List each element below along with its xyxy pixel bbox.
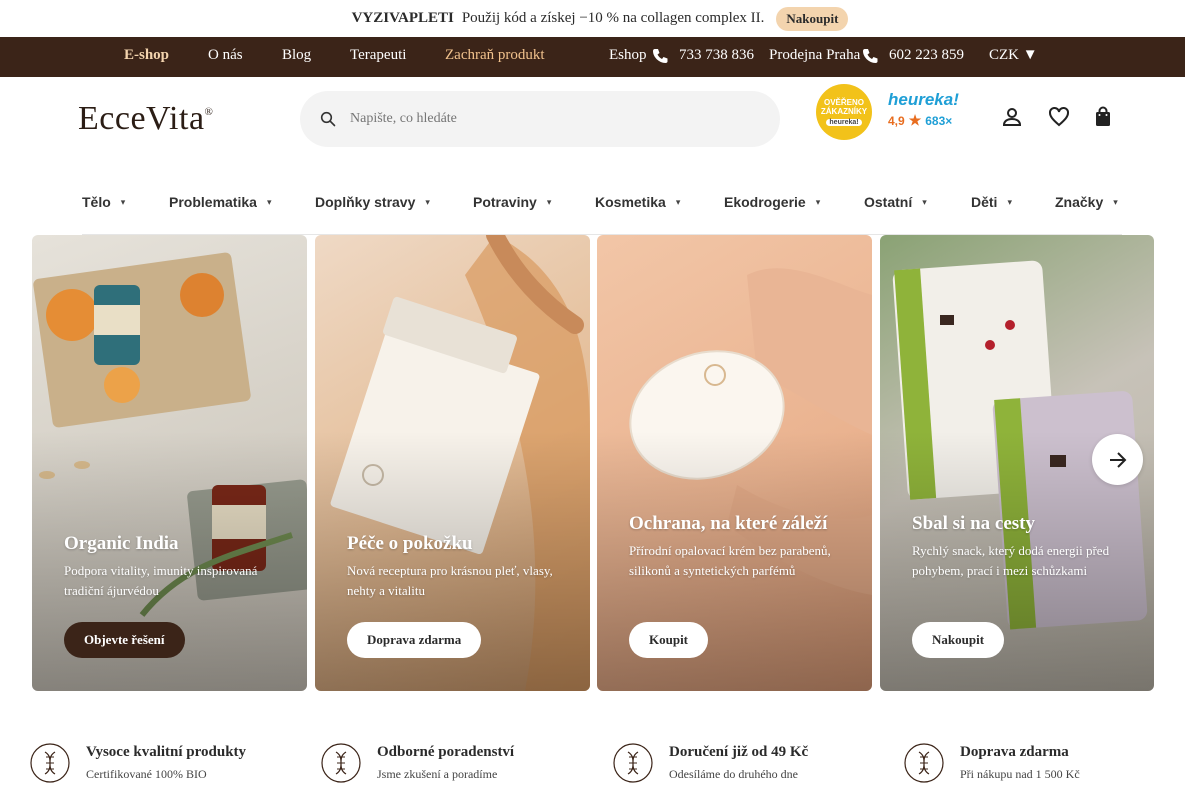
chevron-down-icon: ▾ — [1113, 196, 1118, 207]
user-icon[interactable] — [1001, 106, 1023, 128]
category-deti[interactable]: Děti ▾ — [971, 194, 1012, 210]
chevron-down-icon: ▾ — [425, 196, 430, 207]
category-label: Značky — [1055, 194, 1104, 210]
badge-line-1: OVĚŘENO — [823, 98, 864, 107]
promo-code: VYZIVAPLETI — [351, 10, 454, 26]
logo-text: EcceVita — [78, 100, 205, 137]
category-label: Tělo — [82, 194, 111, 210]
top-navigation: E-shop O nás Blog Terapeuti Zachraň prod… — [0, 37, 1185, 77]
feature-title: Doručení již od 49 Kč — [669, 744, 809, 760]
heart-icon[interactable] — [1048, 106, 1070, 128]
chevron-down-icon: ▾ — [546, 196, 552, 207]
nav-item-terapeuti[interactable]: Terapeuti — [350, 47, 406, 64]
category-label: Děti — [971, 194, 998, 210]
nav-item-eshop[interactable]: E-shop — [124, 47, 169, 64]
heureka-rating[interactable]: heureka! 4,9 ★ 683× — [888, 90, 959, 129]
category-label: Ostatní — [864, 194, 913, 210]
feature-free-shipping: Doprava zdarma Při nákupu nad 1 500 Kč — [904, 743, 1080, 783]
category-label: Kosmetika — [595, 194, 666, 210]
search-input[interactable] — [350, 111, 750, 127]
card-cta-button[interactable]: Doprava zdarma — [347, 622, 482, 658]
category-kosmetika[interactable]: Kosmetika ▾ — [595, 194, 680, 210]
search-bar[interactable] — [300, 91, 780, 147]
card-description: Nová receptura pro krásnou pleť, vlasy, … — [347, 563, 553, 598]
category-label: Problematika — [169, 194, 257, 210]
heureka-score: 4,9 — [888, 113, 905, 128]
carousel-next-button[interactable] — [1092, 434, 1143, 485]
currency-select[interactable]: CZK ▼ — [989, 47, 1038, 64]
praha-phone-link[interactable]: 602 223 859 — [889, 47, 964, 64]
feature-subtitle: Odesíláme do druhého dne — [669, 767, 798, 781]
card-description: Podpora vitality, imunity inspirovaná tr… — [64, 563, 258, 598]
chevron-down-icon: ▾ — [815, 196, 821, 207]
dna-icon — [904, 743, 944, 783]
feature-title: Vysoce kvalitní produkty — [86, 744, 247, 760]
card-description: Rychlý snack, který dodá energii před po… — [912, 543, 1110, 578]
eshop-contact-label: Eshop — [609, 47, 647, 63]
logo-registered-mark: ® — [204, 106, 214, 118]
dna-icon — [613, 743, 653, 783]
phone-icon — [863, 49, 878, 63]
card-title: Péče o pokožku — [347, 533, 473, 554]
heureka-count: 683× — [925, 113, 953, 128]
category-menu: Tělo ▾ Problematika ▾ Doplňky stravy ▾ Potr… — [82, 190, 1122, 235]
category-label: Doplňky stravy — [315, 194, 416, 210]
card-description: Přírodní opalovací krém bez parabenů, si… — [629, 543, 831, 578]
category-potraviny[interactable]: Potraviny ▾ — [473, 194, 551, 210]
heureka-name: heureka! — [888, 90, 959, 109]
logo[interactable]: EcceVita® — [78, 100, 213, 138]
category-problematika[interactable]: Problematika ▾ — [169, 194, 271, 210]
praha-contact-label: Prodejna Praha — [769, 47, 861, 63]
badge-brand: heureka! — [826, 119, 862, 126]
dna-icon — [321, 743, 361, 783]
promo-cta-button[interactable]: Nakoupit — [776, 6, 849, 31]
dna-icon — [30, 743, 70, 783]
category-label: Ekodrogerie — [724, 194, 806, 210]
hero-card-pece-o-pokozku[interactable]: Péče o pokožku Nová receptura pro krásno… — [315, 235, 590, 691]
feature-subtitle: Při nákupu nad 1 500 Kč — [960, 767, 1080, 781]
chevron-down-icon: ▾ — [120, 196, 126, 207]
eshop-phone-link[interactable]: 733 738 836 — [679, 47, 754, 64]
chevron-down-icon: ▾ — [266, 196, 272, 207]
search-icon[interactable] — [320, 111, 336, 127]
feature-advice: Odborné poradenství Jsme zkušení a porad… — [321, 743, 514, 783]
arrow-right-icon — [1109, 451, 1126, 468]
promo-bar: VYZIVAPLETI Použij kód a získej −10 % na… — [0, 0, 1200, 37]
hero-card-organic-india[interactable]: Organic India Podpora vitality, imunity … — [32, 235, 307, 691]
category-ekodrogerie[interactable]: Ekodrogerie ▾ — [724, 194, 820, 210]
card-title: Ochrana, na které záleží — [629, 513, 828, 534]
nav-item-zachran-produkt[interactable]: Zachraň produkt — [445, 47, 545, 64]
promo-text: Použij kód a získej −10 % na collagen co… — [461, 10, 765, 26]
chevron-down-icon: ▾ — [675, 196, 681, 207]
feature-quality: Vysoce kvalitní produkty Certifikované 1… — [30, 743, 246, 783]
category-doplnky-stravy[interactable]: Doplňky stravy ▾ — [315, 194, 430, 210]
nav-item-o-nas[interactable]: O nás — [208, 47, 243, 64]
star-icon: ★ — [908, 112, 922, 128]
phone-icon — [653, 49, 668, 63]
verified-customers-badge[interactable]: OVĚŘENO ZÁKAZNÍKY heureka! — [816, 84, 872, 140]
feature-title: Doprava zdarma — [960, 744, 1069, 760]
card-cta-button[interactable]: Nakoupit — [912, 622, 1005, 658]
card-cta-button[interactable]: Koupit — [629, 622, 709, 658]
card-cta-button[interactable]: Objevte řešení — [64, 622, 185, 658]
bag-icon[interactable] — [1092, 106, 1114, 128]
chevron-down-icon: ▾ — [922, 196, 927, 207]
nav-item-blog[interactable]: Blog — [282, 47, 311, 64]
card-title: Sbal si na cesty — [912, 513, 1035, 534]
category-ostatni[interactable]: Ostatní ▾ — [864, 194, 927, 210]
badge-line-2: ZÁKAZNÍKY — [820, 107, 868, 116]
category-label: Potraviny — [473, 194, 537, 210]
feature-delivery: Doručení již od 49 Kč Odesíláme do druhé… — [613, 743, 808, 783]
chevron-down-icon: ▾ — [1007, 196, 1012, 207]
category-znacky[interactable]: Značky ▾ — [1055, 194, 1118, 210]
card-title: Organic India — [64, 533, 179, 554]
hero-card-ochrana[interactable]: Ochrana, na které záleží Přírodní opalov… — [597, 235, 872, 691]
feature-subtitle: Jsme zkušení a poradíme — [377, 767, 498, 781]
feature-subtitle: Certifikované 100% BIO — [86, 767, 207, 781]
category-telo[interactable]: Tělo ▾ — [82, 194, 125, 210]
feature-title: Odborné poradenství — [377, 744, 515, 760]
